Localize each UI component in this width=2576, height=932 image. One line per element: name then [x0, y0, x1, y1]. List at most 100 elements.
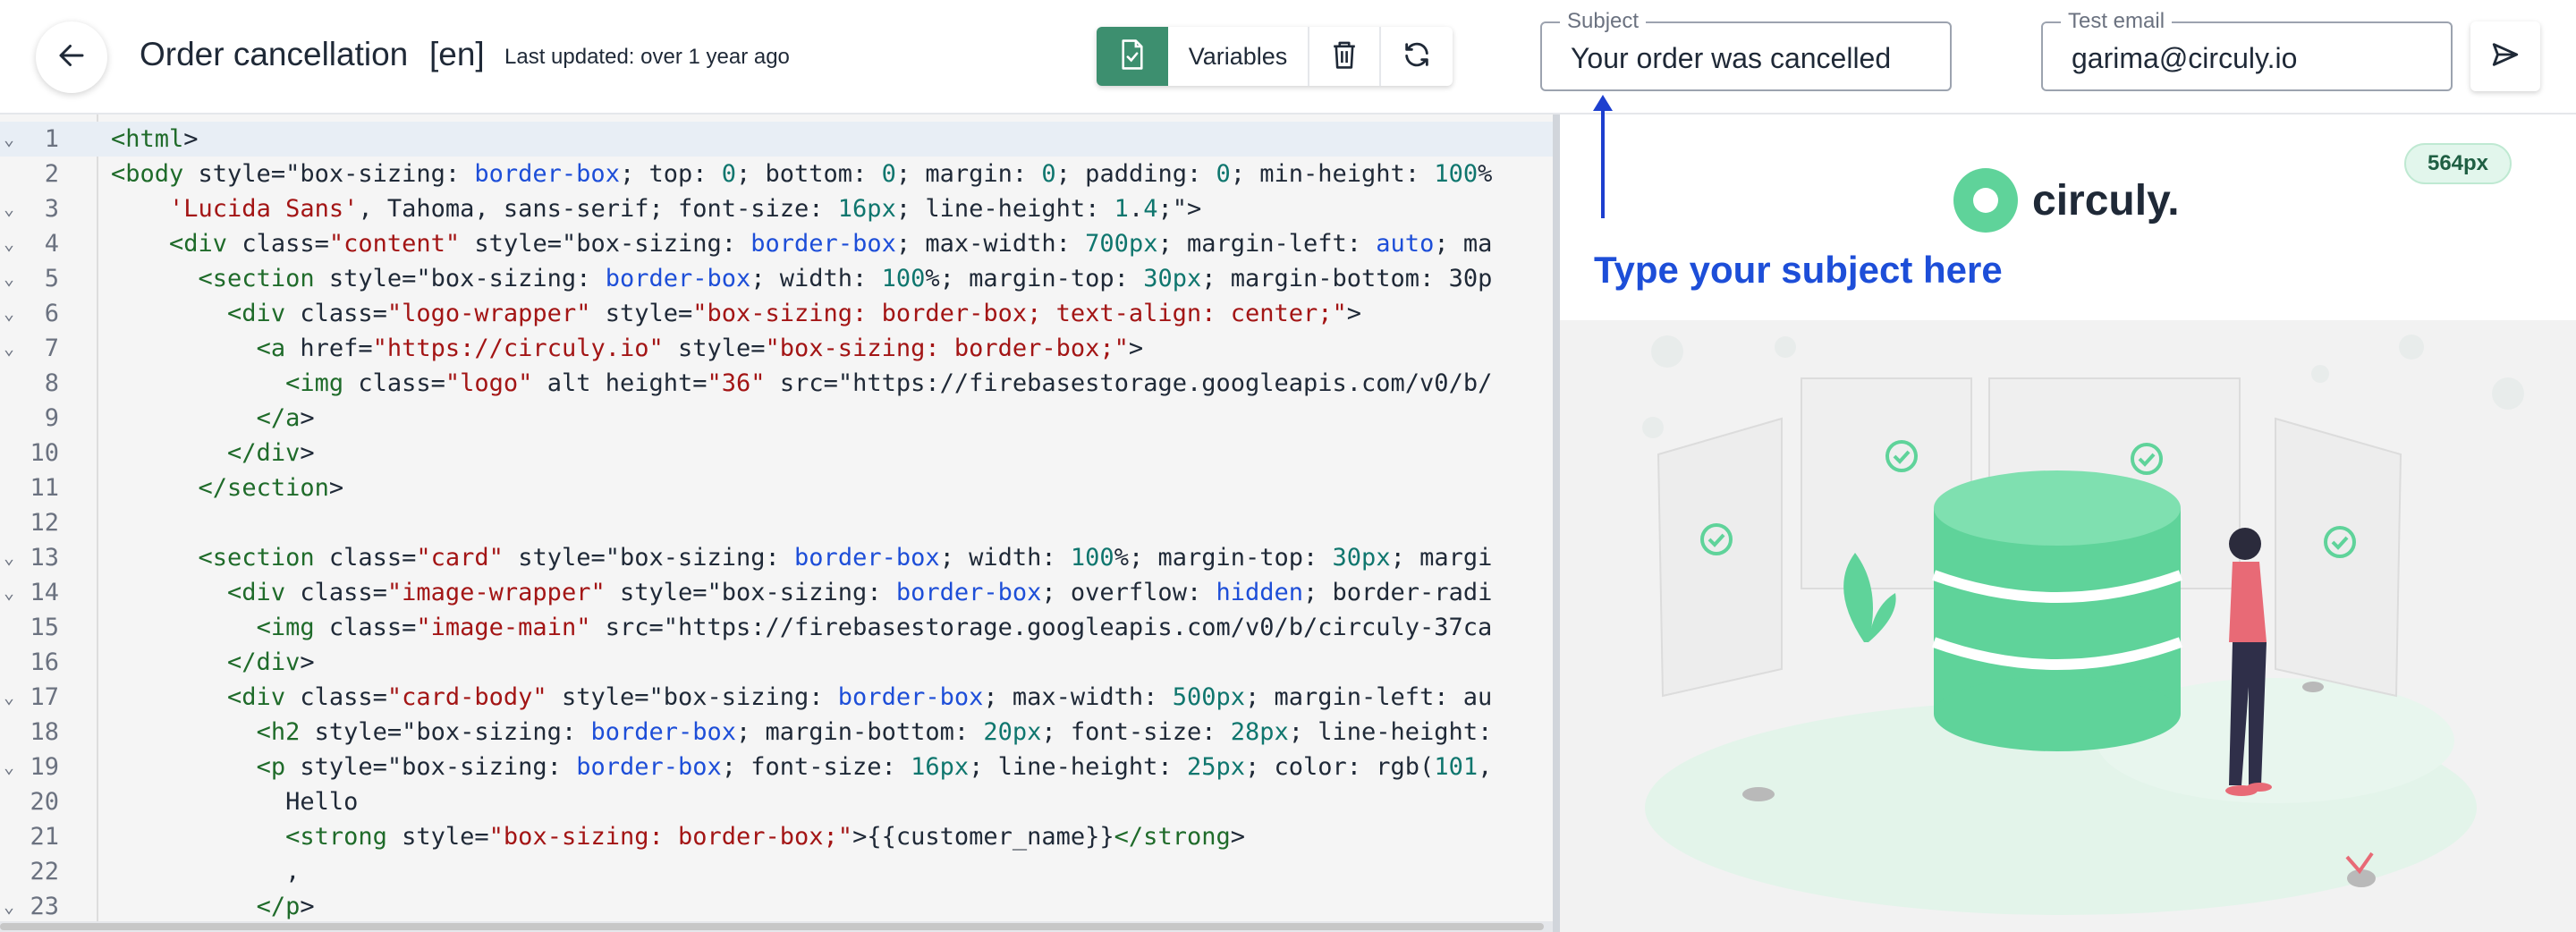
validate-button[interactable]: [1097, 27, 1168, 86]
line-number: 13: [30, 544, 59, 572]
line-number: 5: [44, 265, 59, 292]
code-text[interactable]: </div>: [111, 645, 315, 680]
code-text[interactable]: <body style="box-sizing: border-box; top…: [111, 157, 1492, 191]
line-number: 3: [44, 195, 59, 223]
code-text[interactable]: <a href="https://circuly.io" style="box-…: [111, 331, 1144, 366]
subject-field[interactable]: Subject Your order was cancelled: [1540, 10, 1952, 91]
preview-width-badge: 564px: [2404, 143, 2512, 184]
subject-placeholder-heading: Type your subject here: [1594, 249, 2003, 291]
refresh-button[interactable]: [1381, 27, 1453, 86]
line-number: 8: [44, 369, 59, 397]
line-number: 19: [30, 753, 59, 781]
logo-text: circuly.: [2032, 176, 2180, 225]
code-text[interactable]: <img class="logo" alt height="36" src="h…: [111, 366, 1492, 401]
line-number: 14: [30, 579, 59, 606]
line-number: 23: [30, 893, 59, 920]
code-line[interactable]: 2 <body style="box-sizing: border-box; to…: [0, 157, 1556, 191]
line-number: 12: [30, 509, 59, 537]
arrow-left-icon: [55, 39, 88, 76]
last-updated-label: Last updated: over 1 year ago: [504, 45, 790, 69]
code-text[interactable]: <p style="box-sizing: border-box; font-s…: [111, 750, 1493, 784]
language-label: [en]: [429, 36, 485, 72]
code-line[interactable]: ⌄ 7 <a href="https://circuly.io" style="b…: [0, 331, 1556, 366]
code-line[interactable]: ⌄ 3 'Lucida Sans', Tahoma, sans-serif; fo…: [0, 191, 1556, 226]
scrollbar-thumb[interactable]: [0, 923, 1544, 930]
code-line[interactable]: 15 <img class="image-main" src="https://…: [0, 610, 1556, 645]
code-text[interactable]: </section>: [111, 470, 344, 505]
code-text[interactable]: ,: [111, 854, 300, 889]
code-line[interactable]: ⌄ 19 <p style="box-sizing: border-box; fo…: [0, 750, 1556, 784]
code-text[interactable]: </div>: [111, 436, 315, 470]
code-line[interactable]: ⌄ 4 <div class="content" style="box-sizin…: [0, 226, 1556, 261]
code-text[interactable]: <section class="card" style="box-sizing:…: [111, 540, 1493, 575]
code-line[interactable]: 20 Hello: [0, 784, 1556, 819]
code-line[interactable]: ⌄ 23 </p>: [0, 889, 1556, 924]
pane-splitter[interactable]: [1553, 114, 1560, 932]
code-line[interactable]: 9 </a>: [0, 401, 1556, 436]
code-text[interactable]: <div class="image-wrapper" style="box-si…: [111, 575, 1492, 610]
line-number: 18: [30, 718, 59, 746]
code-line[interactable]: 22 ,: [0, 854, 1556, 889]
line-number: 16: [30, 648, 59, 676]
top-bar: Order cancellation [en] Last updated: ov…: [0, 0, 2576, 114]
test-email-field[interactable]: Test email garima@circuly.io: [2041, 10, 2453, 91]
test-email-input[interactable]: garima@circuly.io: [2072, 41, 2436, 75]
html-code-editor[interactable]: ⌄ 1 <html> 2 <body style="box-sizing: border…: [0, 114, 1556, 932]
page-title: Order cancellation: [140, 36, 409, 72]
code-text[interactable]: <strong style="box-sizing: border-box;">…: [111, 819, 1245, 854]
code-line[interactable]: ⌄ 14 <div class="image-wrapper" style="bo…: [0, 575, 1556, 610]
code-text[interactable]: 'Lucida Sans', Tahoma, sans-serif; font-…: [111, 191, 1201, 226]
editor-toolbar: Variables: [1097, 27, 1453, 86]
line-number: 17: [30, 683, 59, 711]
file-check-icon: [1118, 38, 1147, 75]
line-number: 4: [44, 230, 59, 258]
refresh-icon: [1402, 39, 1432, 74]
code-line[interactable]: ⌄ 5 <section style="box-sizing: border-bo…: [0, 261, 1556, 296]
code-line[interactable]: 21 <strong style="box-sizing: border-box…: [0, 819, 1556, 854]
code-text[interactable]: <img class="image-main" src="https://fir…: [111, 610, 1493, 645]
code-line[interactable]: 8 <img class="logo" alt height="36" src=…: [0, 366, 1556, 401]
database-illustration: [1560, 320, 2576, 932]
code-text[interactable]: Hello: [111, 784, 358, 819]
line-number: 20: [30, 788, 59, 816]
line-number: 22: [30, 858, 59, 885]
line-number: 9: [44, 404, 59, 432]
code-text[interactable]: <div class="logo-wrapper" style="box-siz…: [111, 296, 1361, 331]
send-icon: [2490, 39, 2521, 74]
subject-pointer-line: [1601, 100, 1605, 218]
code-line[interactable]: 11 </section>: [0, 470, 1556, 505]
subject-input[interactable]: Your order was cancelled: [1571, 41, 1936, 75]
line-number: 1: [44, 125, 59, 153]
line-number: 7: [44, 335, 59, 362]
test-email-label: Test email: [2061, 10, 2173, 33]
code-line[interactable]: ⌄ 17 <div class="card-body" style="box-si…: [0, 680, 1556, 715]
code-text[interactable]: <html>: [111, 122, 199, 157]
horizontal-scrollbar[interactable]: [0, 921, 1556, 932]
code-text[interactable]: <div class="card-body" style="box-sizing…: [111, 680, 1492, 715]
code-line[interactable]: ⌄ 13 <section class="card" style="box-siz…: [0, 540, 1556, 575]
code-line[interactable]: 18 <h2 style="box-sizing: border-box; ma…: [0, 715, 1556, 750]
code-text[interactable]: </a>: [111, 401, 315, 436]
line-number: 2: [44, 160, 59, 188]
delete-button[interactable]: [1309, 27, 1381, 86]
code-text[interactable]: <section style="box-sizing: border-box; …: [111, 261, 1493, 296]
code-line[interactable]: 10 </div>: [0, 436, 1556, 470]
send-test-email-button[interactable]: [2470, 21, 2540, 91]
line-number: 21: [30, 823, 59, 851]
circuly-logo: circuly.: [1953, 168, 2180, 233]
code-text[interactable]: </p>: [111, 889, 315, 924]
back-button[interactable]: [36, 21, 107, 93]
code-line[interactable]: ⌄ 1 <html>: [0, 122, 1556, 157]
code-text[interactable]: <div class="content" style="box-sizing: …: [111, 226, 1492, 261]
code-line[interactable]: ⌄ 6 <div class="logo-wrapper" style="box-…: [0, 296, 1556, 331]
line-number: 11: [30, 474, 59, 502]
trash-icon: [1330, 39, 1359, 74]
code-text[interactable]: <h2 style="box-sizing: border-box; margi…: [111, 715, 1493, 750]
code-line[interactable]: 12: [0, 505, 1556, 540]
variables-button[interactable]: Variables: [1168, 27, 1309, 86]
email-preview: 564px circuly. Type your subject here: [1560, 114, 2576, 932]
line-number: 15: [30, 614, 59, 641]
line-number: 10: [30, 439, 59, 467]
line-number: 6: [44, 300, 59, 327]
code-line[interactable]: 16 </div>: [0, 645, 1556, 680]
